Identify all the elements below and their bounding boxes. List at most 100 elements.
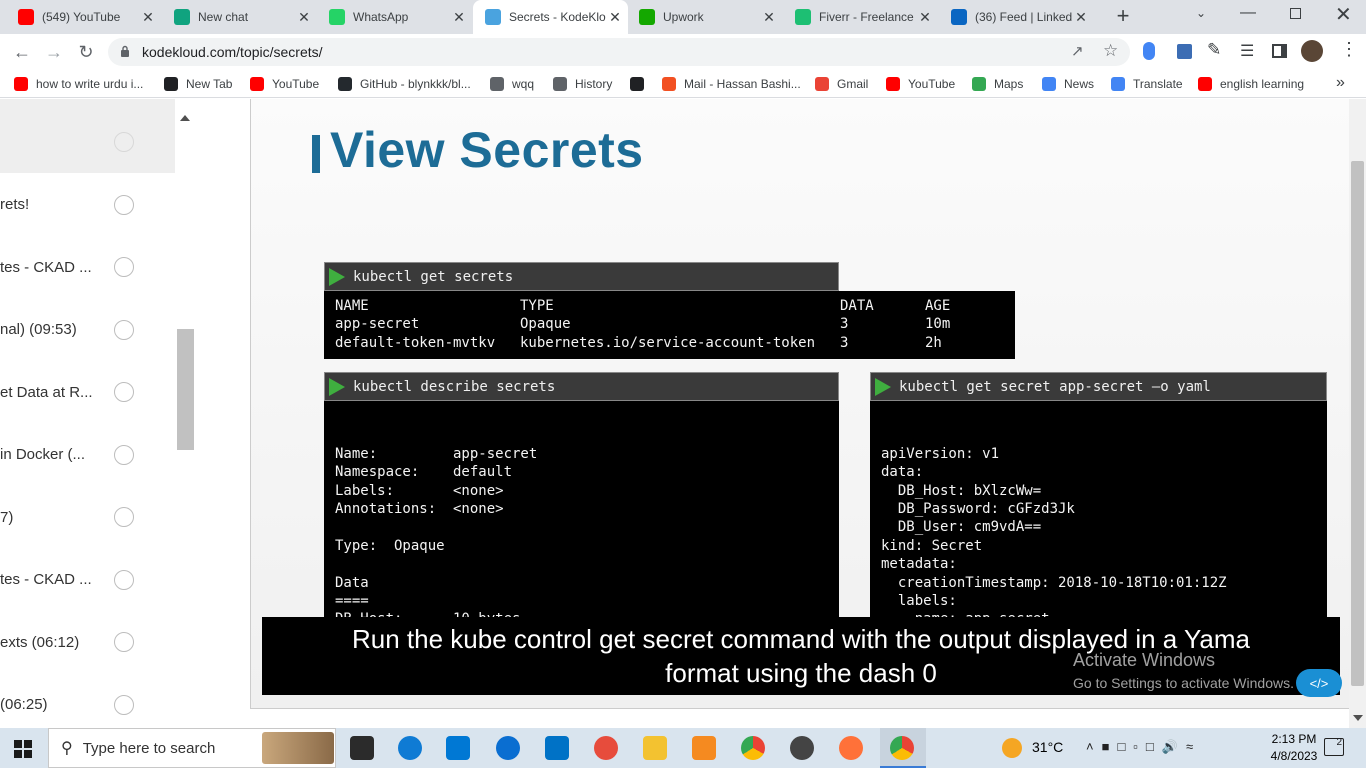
youtube-icon bbox=[18, 9, 34, 25]
youtube-icon bbox=[886, 77, 900, 91]
share-icon[interactable]: ↗ bbox=[1071, 42, 1084, 60]
new-tab-button[interactable]: + bbox=[1110, 4, 1136, 30]
sidebar-scroll-up-icon[interactable] bbox=[180, 115, 190, 121]
lesson-item[interactable]: exts (06:12) bbox=[0, 622, 175, 662]
back-icon[interactable]: ← bbox=[8, 38, 36, 66]
tab-4[interactable]: Secrets - KodeKlo ✕ bbox=[473, 0, 628, 34]
app-icon[interactable] bbox=[594, 736, 618, 760]
firefox-icon[interactable] bbox=[839, 736, 863, 760]
page-scrollbar-thumb[interactable] bbox=[1351, 161, 1364, 686]
store-icon[interactable] bbox=[446, 736, 470, 760]
bookmark-item[interactable]: YouTube bbox=[250, 75, 319, 93]
microphone-icon[interactable] bbox=[1143, 42, 1155, 60]
lesson-item[interactable]: et Data at R... bbox=[0, 372, 175, 412]
bookmark-item[interactable]: Translate bbox=[1111, 75, 1183, 93]
restore-icon[interactable] bbox=[1290, 8, 1301, 19]
bookmark-item[interactable]: GitHub - blynkkk/bl... bbox=[338, 75, 471, 93]
lesson-item[interactable]: (06:25) bbox=[0, 685, 175, 725]
yaml-line: data: bbox=[881, 464, 924, 481]
page-scroll-down-icon[interactable] bbox=[1353, 715, 1363, 721]
lesson-item[interactable]: rets! bbox=[0, 185, 175, 225]
close-icon[interactable]: ✕ bbox=[1072, 9, 1090, 26]
bookmark-item[interactable]: Gmail bbox=[815, 75, 868, 93]
bookmark-item[interactable]: News bbox=[1042, 75, 1094, 93]
lesson-status-circle-icon[interactable] bbox=[114, 194, 134, 215]
bookmark-item[interactable]: History bbox=[553, 75, 612, 93]
tab-title: (549) YouTube bbox=[42, 10, 121, 24]
weather-temperature[interactable]: 31°C bbox=[1032, 739, 1063, 755]
system-tray-icons[interactable]: ˄■□▫□🔊≈ bbox=[1086, 739, 1201, 755]
tab-search-icon[interactable]: ⌄ bbox=[1196, 6, 1206, 20]
extensions-icon[interactable]: ✎ bbox=[1207, 40, 1221, 60]
lesson-status-circle-icon[interactable] bbox=[114, 694, 134, 715]
bookmark-item[interactable] bbox=[630, 75, 652, 93]
close-icon[interactable]: ✕ bbox=[916, 9, 934, 26]
yaml-line: kind: Secret bbox=[881, 537, 983, 554]
tab-7[interactable]: (36) Feed | Linked ✕ bbox=[939, 0, 1094, 34]
lesson-item[interactable]: in Docker (... bbox=[0, 435, 175, 475]
tab-3[interactable]: WhatsApp ✕ bbox=[317, 0, 472, 34]
bookmark-item[interactable]: New Tab bbox=[164, 75, 232, 93]
chrome-active-icon[interactable] bbox=[890, 736, 914, 760]
file-explorer-icon[interactable] bbox=[643, 736, 667, 760]
chrome-icon[interactable] bbox=[741, 736, 765, 760]
media-control-icon[interactable]: ☰ bbox=[1240, 41, 1254, 61]
close-window-icon[interactable]: ✕ bbox=[1335, 2, 1352, 27]
openai-icon bbox=[174, 9, 190, 25]
tab-5[interactable]: Upwork ✕ bbox=[627, 0, 782, 34]
bookmark-item[interactable]: YouTube bbox=[886, 75, 955, 93]
profile-avatar[interactable] bbox=[1301, 40, 1323, 62]
lesson-item[interactable] bbox=[0, 122, 175, 162]
reload-icon[interactable]: ↻ bbox=[72, 38, 100, 66]
camera-app-icon[interactable] bbox=[790, 736, 814, 760]
table-header-cell: NAME bbox=[335, 298, 369, 314]
lesson-item[interactable]: tes - CKAD ... bbox=[0, 560, 175, 600]
lesson-status-circle-icon[interactable] bbox=[114, 257, 134, 277]
lesson-status-circle-icon[interactable] bbox=[114, 319, 134, 340]
download-ext-icon[interactable] bbox=[1177, 44, 1192, 59]
menu-icon[interactable]: ⋮ bbox=[1340, 39, 1358, 60]
lesson-item[interactable]: nal) (09:53) bbox=[0, 310, 175, 350]
lesson-status-circle-icon[interactable] bbox=[114, 632, 134, 652]
tab-2[interactable]: New chat ✕ bbox=[162, 0, 317, 34]
bookmark-star-icon[interactable]: ☆ bbox=[1103, 41, 1118, 61]
lesson-status-circle-icon[interactable] bbox=[114, 444, 134, 465]
close-icon[interactable]: ✕ bbox=[606, 9, 624, 26]
sidebar-scrollbar-thumb[interactable] bbox=[177, 329, 194, 450]
bookmark-item[interactable]: how to write urdu i... bbox=[14, 75, 143, 93]
url-text[interactable]: kodekloud.com/topic/secrets/ bbox=[142, 44, 323, 60]
bookmark-label: wqq bbox=[512, 77, 535, 91]
skype-icon[interactable] bbox=[496, 736, 520, 760]
taskbar-clock[interactable]: 2:13 PM 4/8/2023 bbox=[1256, 731, 1332, 765]
task-view-icon[interactable] bbox=[350, 736, 374, 760]
lesson-item[interactable]: 7) bbox=[0, 497, 175, 537]
bookmark-item[interactable]: Maps bbox=[972, 75, 1023, 93]
lock-icon[interactable] bbox=[120, 45, 130, 57]
weather-icon[interactable] bbox=[1002, 738, 1022, 758]
bookmark-item[interactable]: wqq bbox=[490, 75, 534, 93]
lesson-status-circle-icon[interactable] bbox=[114, 507, 134, 527]
forward-icon[interactable]: → bbox=[40, 38, 68, 66]
chat-widget-button[interactable]: </> bbox=[1296, 669, 1342, 697]
bookmark-item[interactable]: Mail - Hassan Bashi... bbox=[662, 75, 801, 93]
lesson-status-circle-icon[interactable] bbox=[114, 382, 134, 402]
edge-icon[interactable] bbox=[398, 736, 422, 760]
side-panel-icon[interactable] bbox=[1272, 44, 1287, 58]
close-icon[interactable]: ✕ bbox=[295, 9, 313, 26]
bookmark-item[interactable]: english learning bbox=[1198, 75, 1304, 93]
settings-app-icon[interactable] bbox=[692, 736, 716, 760]
notification-icon[interactable]: 2 bbox=[1324, 738, 1344, 756]
close-icon[interactable]: ✕ bbox=[139, 9, 157, 26]
more-bookmarks-button[interactable]: » bbox=[1336, 74, 1345, 92]
mail-icon[interactable] bbox=[545, 736, 569, 760]
lesson-status-circle-icon[interactable] bbox=[114, 569, 134, 590]
tab-6[interactable]: Fiverr - Freelance ✕ bbox=[783, 0, 938, 34]
lesson-status-circle-icon[interactable] bbox=[114, 132, 134, 152]
tab-1[interactable]: (549) YouTube ✕ bbox=[6, 0, 161, 34]
close-icon[interactable]: ✕ bbox=[760, 9, 778, 26]
close-icon[interactable]: ✕ bbox=[450, 9, 468, 26]
minimize-icon[interactable]: — bbox=[1240, 4, 1256, 22]
activate-windows-title: Activate Windows bbox=[1073, 650, 1216, 670]
windows-start-icon[interactable] bbox=[14, 740, 32, 758]
lesson-item[interactable]: tes - CKAD ... bbox=[0, 247, 175, 287]
